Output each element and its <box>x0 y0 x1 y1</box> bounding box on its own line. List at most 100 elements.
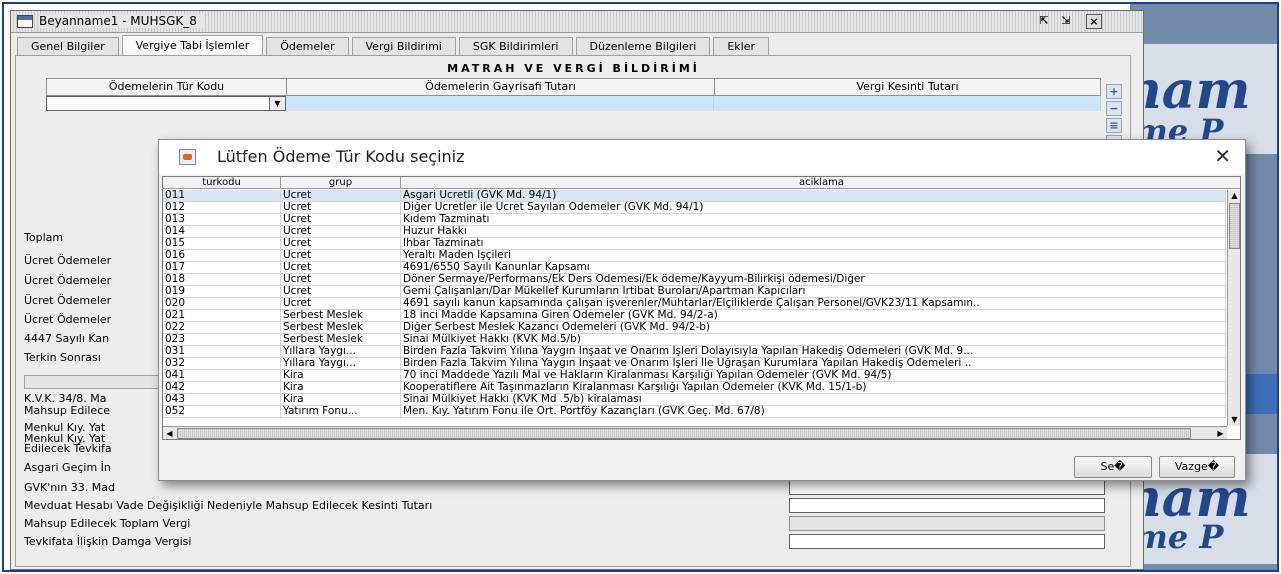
grup-cell: Serbest Meslek <box>281 334 401 345</box>
select-button[interactable]: Se� <box>1074 456 1152 478</box>
turkodu-cell: 013 <box>163 214 281 225</box>
readonly-field <box>24 375 169 389</box>
table-row[interactable]: 019 Ücret Gemi Çalışanları/Dar Mükellef Ku… <box>163 286 1226 298</box>
grid-header: Ödemelerin Tür Kodu Ödemelerin Gayrisafi… <box>46 78 1101 96</box>
col-header-grup[interactable]: grup <box>281 177 401 188</box>
grup-cell: Ücret <box>281 286 401 297</box>
tab-vergi-bildirimi[interactable]: Vergi Bildirimi <box>351 37 456 55</box>
table-row[interactable]: 013 Ücret Kıdem Tazminatı <box>163 214 1226 226</box>
table-row[interactable]: 052 Yatırım Fonu... Men. Kıy. Yatırım Fonu… <box>163 406 1226 418</box>
table-row[interactable]: 032 Yıllara Yaygı... Birden Fazla Takvim Y… <box>163 358 1226 370</box>
turkodu-cell: 018 <box>163 274 281 285</box>
remove-row-icon[interactable]: − <box>1106 101 1122 116</box>
minimize-icon[interactable]: ⇱ <box>1036 14 1052 29</box>
label-ucret-3: Ücret Ödemeler <box>24 294 112 307</box>
aciklama-cell: 4691 sayılı kanun kapsamında çalışan işv… <box>401 298 1226 309</box>
table-row[interactable]: 031 Yıllara Yaygı... Birden Fazla Takvim Y… <box>163 346 1226 358</box>
scroll-down-icon[interactable]: ▼ <box>1228 414 1240 426</box>
cancel-button[interactable]: Vazge� <box>1159 456 1235 478</box>
mevduat-input[interactable] <box>789 498 1105 513</box>
tur-kodu-table: turkodu grup aciklama 011 Ücret Asgari Ücr… <box>162 176 1241 440</box>
close-window-button[interactable]: × <box>1086 14 1102 29</box>
grup-cell: Serbest Meslek <box>281 322 401 333</box>
label-ucret-1: Ücret Ödemeler <box>24 254 112 267</box>
table-row[interactable]: 016 Ücret Yeraltı Maden İşçileri <box>163 250 1226 262</box>
turkodu-cell: 020 <box>163 298 281 309</box>
table-row[interactable]: 022 Serbest Meslek Diğer Serbest Meslek Ka… <box>163 322 1226 334</box>
main-titlebar[interactable]: Beyanname1 - MUHSGK_8 ⇱ ⇲ × <box>11 11 1143 33</box>
label-4447: 4447 Sayılı Kan <box>24 332 110 345</box>
col-header-vergi-kesinti: Vergi Kesinti Tutarı <box>856 80 959 93</box>
table-row[interactable]: 018 Ücret Döner Sermaye/Performans/Ek Ders… <box>163 274 1226 286</box>
aciklama-cell: Men. Kıy. Yatırım Fonu ile Ort. Portföy … <box>401 406 1226 417</box>
tab-odemeler[interactable]: Ödemeler <box>266 37 349 55</box>
turkodu-cell: 032 <box>163 358 281 369</box>
main-window-title: Beyanname1 - MUHSGK_8 <box>39 14 205 28</box>
turkodu-cell: 023 <box>163 334 281 345</box>
close-icon[interactable]: ✕ <box>1214 144 1231 168</box>
background-text-4: me P <box>1134 518 1224 556</box>
add-row-icon[interactable]: + <box>1106 84 1122 99</box>
mahsup-toplam-input <box>789 516 1105 531</box>
scroll-up-icon[interactable]: ▲ <box>1228 190 1240 202</box>
grup-cell: Ücret <box>281 298 401 309</box>
vergi-kesinti-cell[interactable] <box>714 96 1101 111</box>
table-row[interactable]: 015 Ücret İhbar Tazminatı <box>163 238 1226 250</box>
vertical-scroll-thumb[interactable] <box>1229 203 1240 249</box>
table-row[interactable]: 012 Ücret Diğer Ücretler ile Ücret Sayılan… <box>163 202 1226 214</box>
chevron-down-icon[interactable]: ▼ <box>269 97 285 110</box>
col-header-turkodu[interactable]: turkodu <box>163 177 281 188</box>
table-row[interactable]: 043 Kira Sinai Mülkiyet Hakkı (KVK Md .5/b… <box>163 394 1226 406</box>
scroll-right-icon[interactable]: ▶ <box>1214 427 1227 439</box>
tab-genel-bilgiler[interactable]: Genel Bilgiler <box>17 37 119 55</box>
horizontal-scrollbar[interactable]: ◀ ▶ <box>163 426 1227 439</box>
table-row[interactable]: 017 Ücret 4691/6550 Sayılı Kanunlar Kapsam… <box>163 262 1226 274</box>
turkodu-cell: 014 <box>163 226 281 237</box>
turkodu-cell: 043 <box>163 394 281 405</box>
gvk-33-input[interactable] <box>789 480 1105 495</box>
tab-sgk-bildirimleri[interactable]: SGK Bildirimleri <box>458 37 573 55</box>
aciklama-cell: 18 inci Madde Kapsamına Giren Ödemeler (… <box>401 310 1226 321</box>
label-gvk-33: GVK'nın 33. Mad <box>24 481 115 494</box>
table-row[interactable]: 011 Ücret Asgari Ücretli (GVK Md. 94/1) <box>163 190 1226 202</box>
col-header-gayrisafi: Ödemelerin Gayrisafi Tutarı <box>287 79 715 95</box>
label-ucret-2: Ücret Ödemeler <box>24 274 112 287</box>
grup-cell: Kira <box>281 370 401 381</box>
label-ucret-4: Ücret Ödemeler <box>24 313 112 326</box>
col-header-aciklama[interactable]: aciklama <box>401 177 1240 188</box>
label-mahsup: Mahsup Edilece <box>24 404 111 417</box>
tab-vergiye-tabi-islemler[interactable]: Vergiye Tabi İşlemler <box>121 35 264 55</box>
aciklama-cell: Sinai Mülkiyet Hakkı (KVK Md.5/b) <box>401 334 1226 345</box>
tur-kodu-combo[interactable]: ▼ <box>46 96 286 111</box>
label-mevduat: Mevduat Hesabı Vade Değişikliği Nedeniyl… <box>24 499 433 512</box>
dialog-titlebar[interactable]: Lütfen Ödeme Tür Kodu seçiniz ✕ <box>159 140 1245 174</box>
aciklama-cell: Huzur Hakkı <box>401 226 1226 237</box>
turkodu-cell: 042 <box>163 382 281 393</box>
table-row[interactable]: 042 Kira Kooperatiflere Ait Taşınmazların … <box>163 382 1226 394</box>
gayrisafi-cell[interactable] <box>286 96 714 111</box>
edit-row-icon[interactable]: ≡ <box>1106 118 1122 133</box>
grup-cell: Ücret <box>281 250 401 261</box>
grup-cell: Serbest Meslek <box>281 310 401 321</box>
horizontal-scroll-thumb[interactable] <box>177 428 1191 439</box>
aciklama-cell: Yeraltı Maden İşçileri <box>401 250 1226 261</box>
tab-duzenleme-bilgileri[interactable]: Düzenleme Bilgileri <box>575 37 711 55</box>
table-row[interactable]: 041 Kira 70 inci Maddede Yazılı Mal ve Hak… <box>163 370 1226 382</box>
table-row[interactable]: 023 Serbest Meslek Sinai Mülkiyet Hakkı (K… <box>163 334 1226 346</box>
damga-vergisi-input[interactable] <box>789 534 1105 549</box>
grup-cell: Ücret <box>281 274 401 285</box>
tab-ekler[interactable]: Ekler <box>713 37 770 55</box>
table-row[interactable]: 021 Serbest Meslek 18 inci Madde Kapsamına… <box>163 310 1226 322</box>
tab-bar: Genel Bilgiler Vergiye Tabi İşlemler Öde… <box>17 35 772 55</box>
aciklama-cell: Döner Sermaye/Performans/Ek Ders Odemesi… <box>401 274 1226 285</box>
table-row[interactable]: 014 Ücret Huzur Hakkı <box>163 226 1226 238</box>
maximize-icon[interactable]: ⇲ <box>1058 14 1074 29</box>
grup-cell: Ücret <box>281 262 401 273</box>
label-damga: Tevkifata İlişkin Damga Vergisi <box>24 535 192 548</box>
dialog-title: Lütfen Ödeme Tür Kodu seçiniz <box>217 147 465 166</box>
table-row[interactable]: 020 Ücret 4691 sayılı kanun kapsamında çal… <box>163 298 1226 310</box>
vertical-scrollbar[interactable]: ▲ ▼ <box>1227 190 1240 426</box>
table-header: turkodu grup aciklama <box>163 177 1240 189</box>
aciklama-cell: 70 inci Maddede Yazılı Mal ve Hakların K… <box>401 370 1226 381</box>
scroll-left-icon[interactable]: ◀ <box>163 427 176 439</box>
